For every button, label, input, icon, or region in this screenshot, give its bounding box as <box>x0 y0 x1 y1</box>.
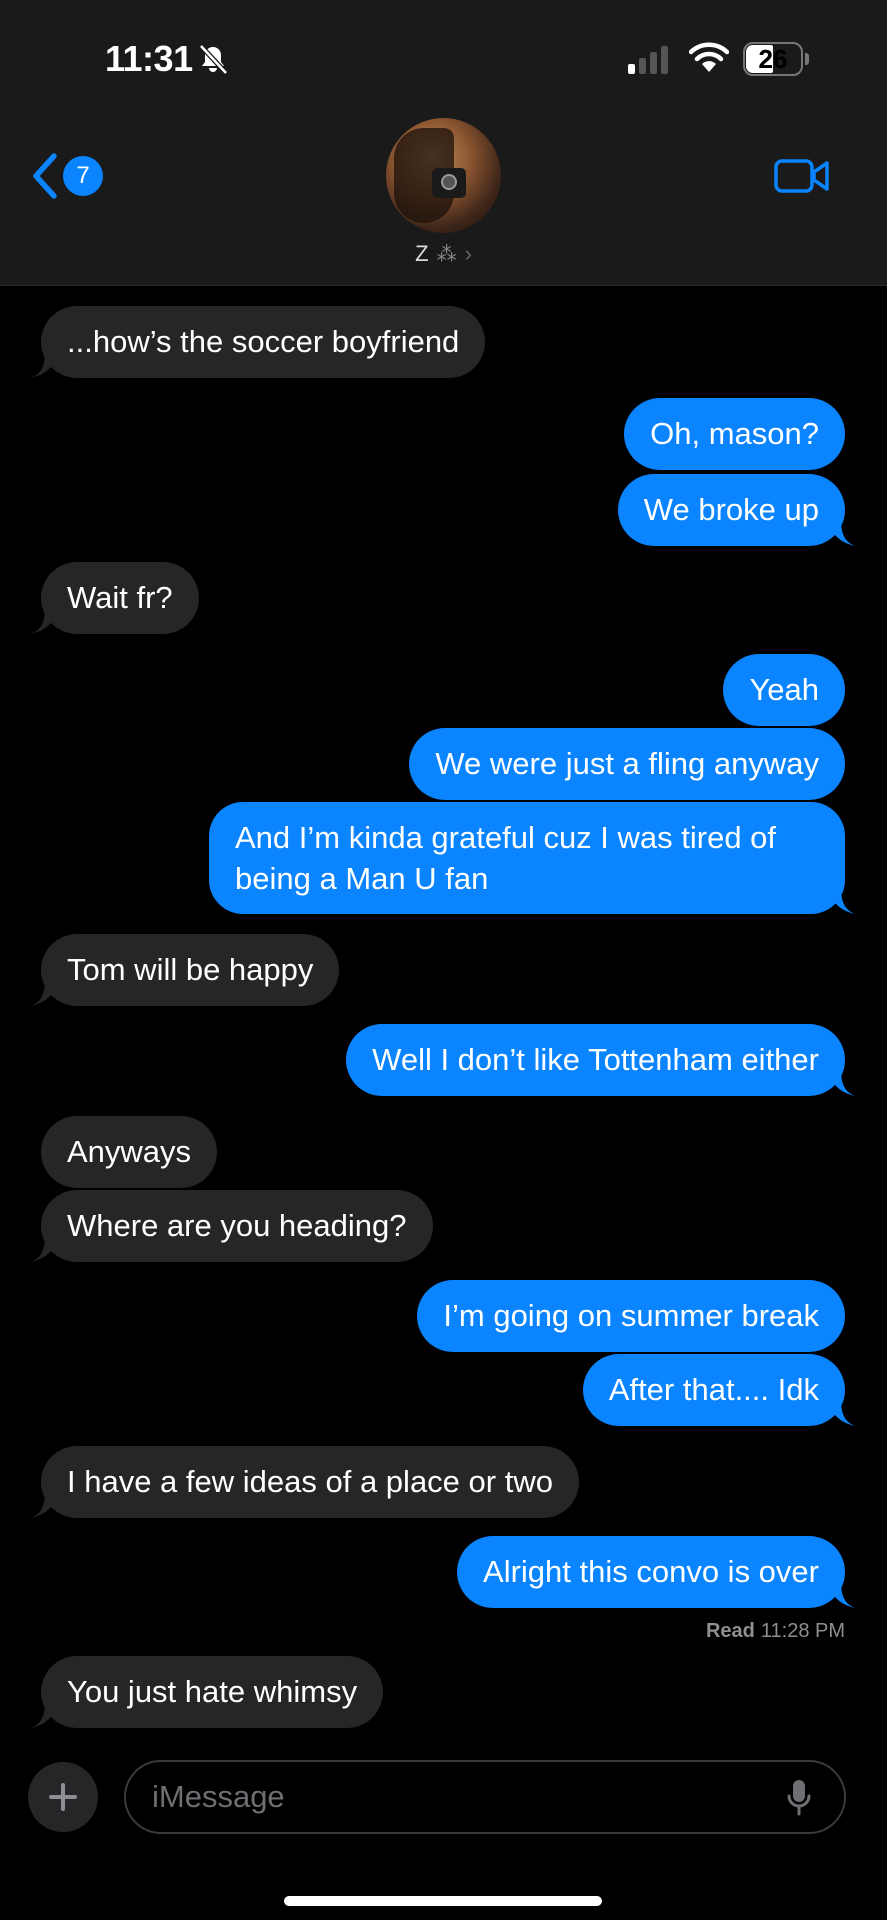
outgoing-message[interactable]: We were just a fling anyway <box>409 728 845 800</box>
message-text: Tom will be happy <box>67 952 314 987</box>
outgoing-message[interactable]: Yeah <box>723 654 845 726</box>
outgoing-message[interactable]: I’m going on summer break <box>417 1280 845 1352</box>
apps-plus-button[interactable] <box>28 1762 98 1832</box>
conversation-header: 11:31 26 7 Z ⁂ › <box>0 0 887 286</box>
incoming-message[interactable]: Tom will be happy <box>31 934 340 1006</box>
read-receipt-time: 11:28 PM <box>760 1620 845 1642</box>
message-text: After that.... Idk <box>608 1372 819 1407</box>
incoming-message[interactable]: Where are you heading? <box>31 1190 433 1262</box>
message-text: Anyways <box>67 1134 192 1169</box>
message-text: I have a few ideas of a place or two <box>67 1464 553 1499</box>
message-input[interactable] <box>152 1762 752 1832</box>
back-button[interactable]: 7 <box>30 150 104 202</box>
message-text: Where are you heading? <box>67 1208 407 1243</box>
message-text: We broke up <box>643 492 819 527</box>
outgoing-message[interactable]: We broke up <box>617 474 855 546</box>
message-text: Wait fr? <box>67 580 173 615</box>
cellular-signal-icon <box>628 46 668 74</box>
contact-name: Z <box>415 241 429 267</box>
contact-name-button[interactable]: Z ⁂ › <box>0 240 887 270</box>
incoming-message[interactable]: ...how’s the soccer boyfriend <box>31 306 486 378</box>
read-receipt: Read 11:28 PM <box>706 1620 845 1643</box>
battery-icon: 26 <box>743 42 811 76</box>
outgoing-message[interactable]: Oh, mason? <box>624 398 845 470</box>
message-text: We were just a fling anyway <box>435 746 819 781</box>
facetime-video-icon[interactable] <box>774 158 830 194</box>
message-list[interactable]: ...how’s the soccer boyfriend Oh, mason?… <box>0 286 887 1736</box>
contact-name-decoration: ⁂ <box>436 243 457 266</box>
incoming-message[interactable]: You just hate whimsy <box>31 1656 384 1728</box>
status-time: 11:31 <box>105 38 193 79</box>
wifi-icon <box>689 42 729 72</box>
outgoing-message[interactable]: Alright this convo is over <box>457 1536 855 1608</box>
message-text: I’m going on summer break <box>443 1298 819 1333</box>
outgoing-message[interactable]: After that.... Idk <box>582 1354 855 1426</box>
chevron-left-icon <box>33 153 57 199</box>
battery-level: 26 <box>758 44 788 74</box>
message-text: Yeah <box>749 672 819 707</box>
message-text: Oh, mason? <box>650 416 819 451</box>
contact-avatar[interactable] <box>386 118 501 233</box>
incoming-message[interactable]: I have a few ideas of a place or two <box>31 1446 579 1518</box>
home-indicator[interactable] <box>284 1896 602 1906</box>
message-text: Alright this convo is over <box>483 1554 819 1589</box>
incoming-message[interactable]: Wait fr? <box>31 562 199 634</box>
chevron-right-icon: › <box>464 241 472 267</box>
outgoing-message[interactable]: And I’m kinda grateful cuz I was tired o… <box>209 802 855 914</box>
unread-count-badge: 7 <box>63 156 103 196</box>
microphone-icon[interactable] <box>786 1778 812 1818</box>
message-text: And I’m kinda grateful cuz I was tired o… <box>235 820 777 896</box>
bell-slash-icon <box>199 44 228 75</box>
message-text: You just hate whimsy <box>67 1674 358 1709</box>
message-text: ...how’s the soccer boyfriend <box>67 324 460 359</box>
outgoing-message[interactable]: Well I don’t like Tottenham either <box>346 1024 855 1096</box>
incoming-message[interactable]: Anyways <box>41 1116 218 1188</box>
message-text: Well I don’t like Tottenham either <box>372 1042 819 1077</box>
message-input-field[interactable] <box>124 1760 846 1834</box>
status-bar: 11:31 26 <box>0 38 887 82</box>
read-receipt-label: Read <box>705 1620 755 1642</box>
